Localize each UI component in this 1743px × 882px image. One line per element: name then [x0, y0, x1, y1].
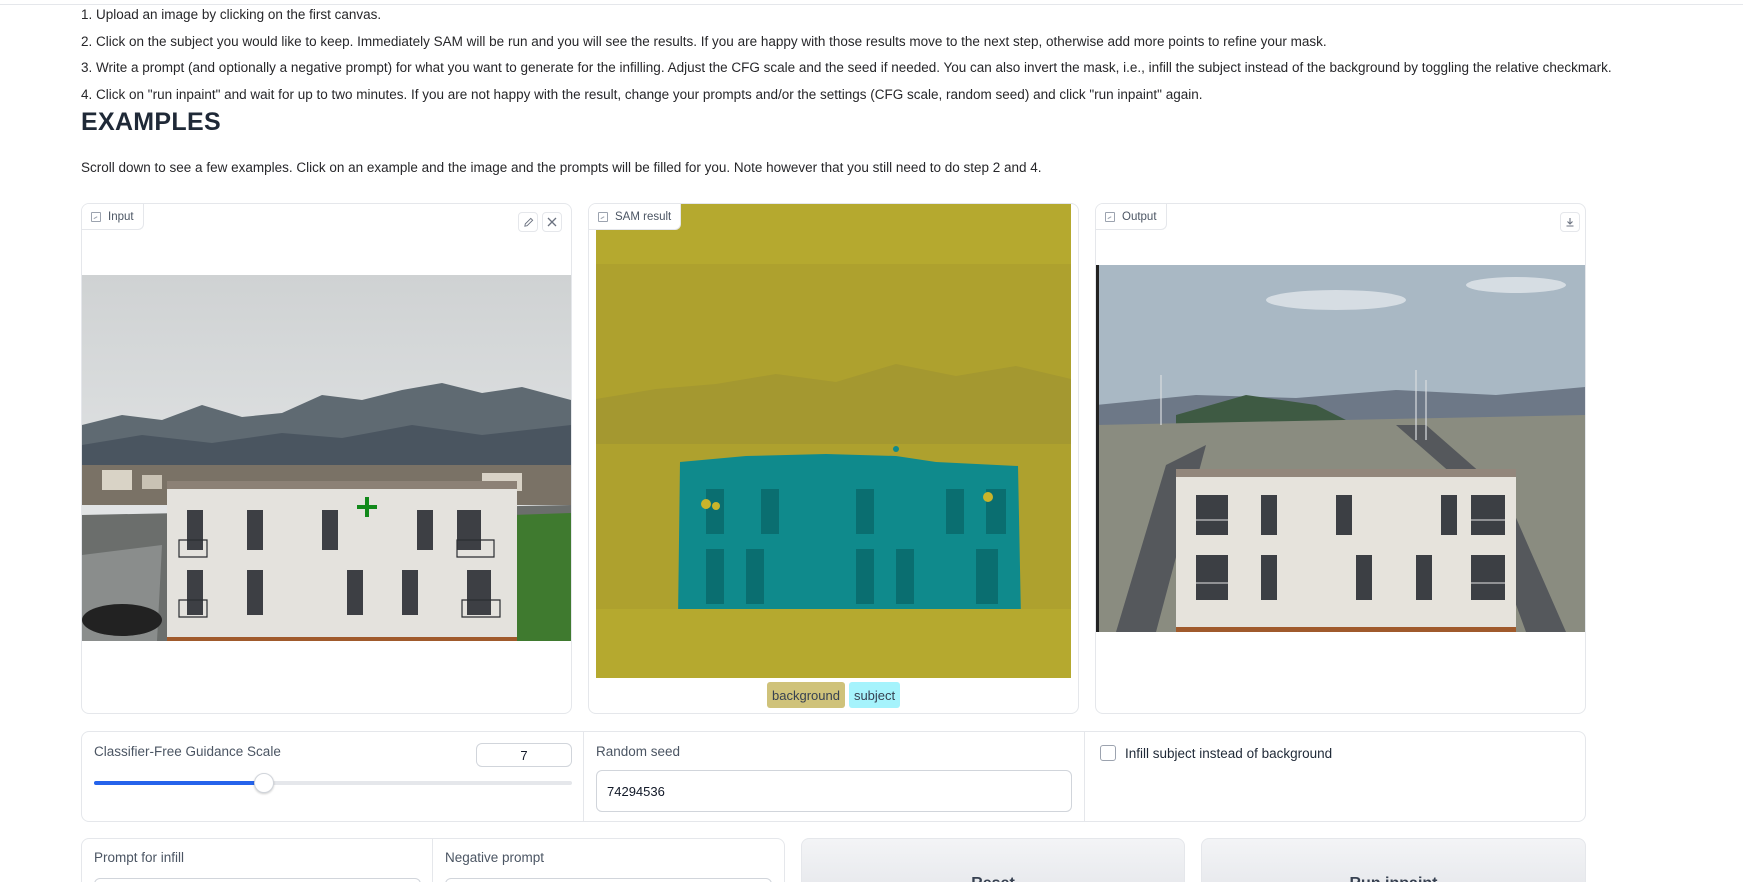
- image-icon: [598, 211, 608, 222]
- close-icon[interactable]: [542, 212, 562, 232]
- sam-label-tag: SAM result: [589, 204, 682, 230]
- invert-mask-checkbox[interactable]: [1100, 745, 1116, 761]
- download-icon[interactable]: [1560, 212, 1580, 232]
- instruction-step-1: 1. Upload an image by clicking on the fi…: [81, 7, 382, 22]
- negative-prompt-label: Negative prompt: [445, 850, 545, 865]
- output-image-panel: Output: [1095, 203, 1586, 714]
- prompt-label: Prompt for infill: [94, 850, 185, 865]
- run-inpaint-button[interactable]: Run inpaint: [1201, 838, 1586, 882]
- output-label-tag: Output: [1096, 204, 1167, 230]
- mask-legend: background subject: [767, 682, 901, 708]
- output-photo: [1096, 265, 1585, 632]
- cfg-scale-slider-fill: [94, 781, 264, 785]
- prompt-input[interactable]: [94, 878, 421, 882]
- cfg-scale-label: Classifier-Free Guidance Scale: [94, 744, 281, 759]
- random-seed-label: Random seed: [596, 744, 681, 759]
- invert-mask-control: Infill subject instead of background: [1085, 732, 1585, 821]
- input-photo[interactable]: [82, 275, 571, 641]
- legend-background: background: [767, 682, 845, 708]
- output-label: Output: [1122, 210, 1157, 223]
- instruction-step-3: 3. Write a prompt (and optionally a nega…: [81, 60, 1612, 76]
- sam-label: SAM result: [615, 210, 672, 223]
- invert-mask-label[interactable]: Infill subject instead of background: [1125, 746, 1332, 761]
- input-label-tag: Input: [82, 204, 144, 230]
- image-icon: [91, 211, 101, 222]
- random-seed-control: Random seed 74294536: [584, 732, 1085, 821]
- instruction-step-2: 2. Click on the subject you would like t…: [81, 33, 1327, 49]
- sam-mask-image: [596, 204, 1071, 678]
- reset-button[interactable]: Reset: [801, 838, 1185, 882]
- cfg-scale-slider[interactable]: [94, 773, 572, 793]
- pencil-icon[interactable]: [518, 212, 538, 232]
- prompt-field: Prompt for infill: [82, 839, 433, 882]
- cfg-scale-number-input[interactable]: 7: [476, 743, 572, 767]
- input-label: Input: [108, 210, 134, 223]
- examples-note: Scroll down to see a few examples. Click…: [81, 160, 1042, 175]
- instruction-step-4: 4. Click on "run inpaint" and wait for u…: [81, 86, 1203, 102]
- instructions: 1. Upload an image by clicking on the fi…: [81, 2, 1641, 108]
- cfg-scale-control: Classifier-Free Guidance Scale 7: [82, 732, 584, 821]
- legend-subject: subject: [848, 682, 901, 708]
- examples-heading: EXAMPLES: [81, 108, 221, 136]
- sam-result-panel: SAM result: [588, 203, 1079, 714]
- prompt-row: Prompt for infill Negative prompt: [81, 838, 785, 882]
- negative-prompt-field: Negative prompt: [433, 839, 784, 882]
- cfg-scale-slider-thumb[interactable]: [253, 773, 274, 793]
- random-seed-input[interactable]: 74294536: [596, 770, 1072, 812]
- negative-prompt-input[interactable]: [445, 878, 772, 882]
- settings-row: Classifier-Free Guidance Scale 7 Random …: [81, 731, 1586, 822]
- image-icon: [1105, 211, 1115, 222]
- input-image-panel[interactable]: Input: [81, 203, 572, 714]
